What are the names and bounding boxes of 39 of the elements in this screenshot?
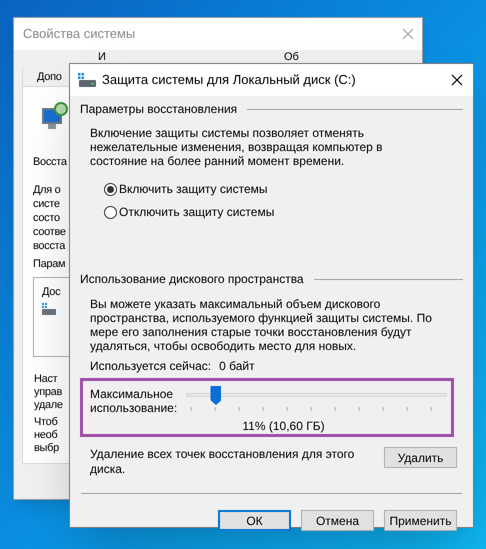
- tab[interactable]: Допо: [37, 68, 62, 86]
- max-usage-label: Максимальное использование:: [90, 387, 178, 415]
- radio-label[interactable]: Отключить защиту системы: [119, 205, 274, 219]
- dialog-button[interactable]: Отмена: [301, 510, 374, 531]
- group-heading: Параметры восстановления: [80, 101, 238, 118]
- delete-text: Удаление всех точек восстановления для этого диска.: [90, 447, 356, 477]
- radio-button[interactable]: [104, 182, 117, 196]
- dialog-button[interactable]: Применить: [384, 510, 457, 531]
- radio-label[interactable]: Включить защиту системы: [119, 182, 268, 196]
- text-line: соотве: [33, 225, 66, 239]
- current-usage-value: 0 байт: [219, 359, 255, 373]
- usage-reading: 11% (10,60 ГБ): [242, 419, 325, 433]
- window-title: Защита системы для Локальный диск (C:): [102, 71, 356, 90]
- text-line: управ: [34, 386, 62, 399]
- drive-icon: [78, 73, 96, 87]
- description-text: Вы можете указать максимальный объем дискового пространства, используемого функцией защиты системы. По мере его заполнения старые точки восстановления будут удаляться, чтобы освободить место для новых.: [90, 297, 433, 353]
- text-line: систе: [33, 197, 60, 211]
- text-line: состо: [33, 211, 60, 225]
- text-line: восста: [33, 239, 66, 253]
- description-text: Включение защиты системы позволяет отменять нежелательные изменения, возвращая компьютер в состояние на более ранний момент времени.: [90, 126, 384, 168]
- text-line: Чтоб: [34, 416, 58, 429]
- drive-icon[interactable]: [42, 303, 56, 315]
- text-line: Наст: [34, 373, 58, 386]
- group-heading: Использование дискового пространства: [80, 271, 304, 288]
- delete-button[interactable]: Удалить: [384, 447, 457, 468]
- computer-restore-icon: [39, 101, 69, 131]
- radio-button[interactable]: [104, 206, 117, 218]
- dialog-button[interactable]: ОК: [218, 510, 291, 531]
- window-title: Свойства системы: [23, 25, 136, 44]
- text-line: удале: [34, 399, 63, 412]
- slider-thumb[interactable]: [210, 386, 222, 405]
- column-heading: Дос: [42, 285, 62, 299]
- text-line: необ: [34, 429, 58, 442]
- text-line: выбр: [34, 442, 59, 455]
- current-usage-label: Используется сейчас:: [90, 359, 212, 373]
- section-heading: Парам: [33, 257, 66, 271]
- section-heading: Восста: [33, 155, 67, 169]
- text-line: Для о: [33, 183, 60, 197]
- close-icon[interactable]: [451, 74, 463, 86]
